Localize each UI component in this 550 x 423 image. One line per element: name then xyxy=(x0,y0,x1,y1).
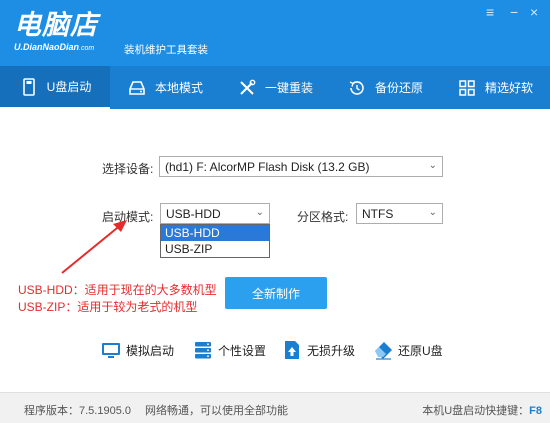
monitor-icon xyxy=(102,343,120,358)
note-usb-zip: USB-ZIP：适用于较为老式的机型 xyxy=(18,300,198,314)
tool-label: 还原U盘 xyxy=(398,343,443,358)
tool-label: 无损升级 xyxy=(307,343,356,358)
eraser-icon xyxy=(375,342,392,360)
annotation-arrow-icon xyxy=(61,220,127,274)
note-usb-hdd: USB-HDD：适用于现在的大多数机型 xyxy=(18,283,217,297)
server-settings-icon xyxy=(195,342,211,359)
new-make-button[interactable]: 全新制作 xyxy=(225,277,327,309)
version-text: 程序版本：7.5.1905.0 xyxy=(24,405,131,417)
tool-restore-usb[interactable]: 还原U盘 xyxy=(372,337,443,363)
upgrade-icon xyxy=(285,341,299,359)
network-status-text: 网络畅通，可以使用全部功能 xyxy=(145,405,288,417)
status-bar: 程序版本：7.5.1905.0 网络畅通，可以使用全部功能 本机U盘启动快捷键：… xyxy=(0,392,550,423)
boot-hotkey: 本机U盘启动快捷键：F8 xyxy=(422,402,542,418)
tool-personal-settings[interactable]: 个性设置 xyxy=(192,337,266,363)
tool-lossless-upgrade[interactable]: 无损升级 xyxy=(281,337,355,363)
app-window: 电脑店 U.DianNaoDian.com 装机维护工具套装 ≡ − × U盘启… xyxy=(0,0,550,423)
tool-label: 模拟启动 xyxy=(126,343,175,358)
boot-hotkey-value: F8 xyxy=(529,405,542,417)
tool-simulate-boot[interactable]: 模拟启动 xyxy=(100,337,174,363)
tool-label: 个性设置 xyxy=(218,343,267,358)
boot-hotkey-label: 本机U盘启动快捷键： xyxy=(422,405,530,417)
